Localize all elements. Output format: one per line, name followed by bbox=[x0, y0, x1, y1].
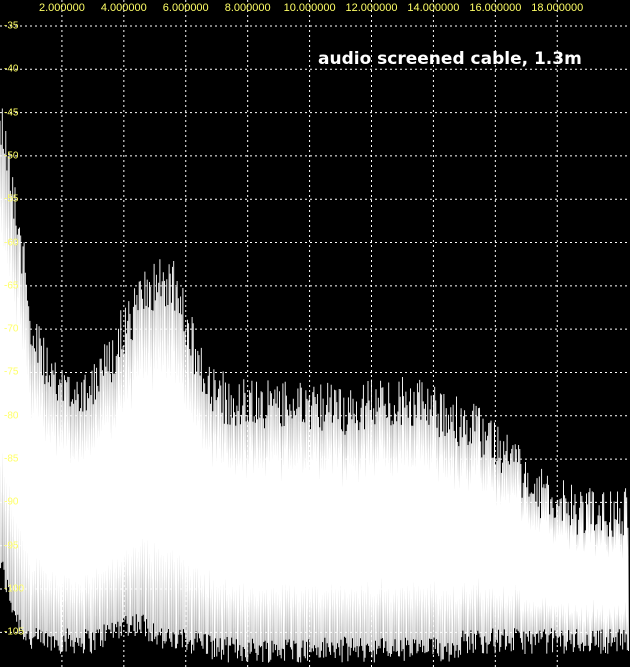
y-tick-label: -45 bbox=[4, 107, 19, 119]
x-tick-label: 14.000000 bbox=[407, 2, 460, 14]
y-tick-label: -105 bbox=[4, 626, 25, 638]
y-tick-label: -55 bbox=[4, 193, 19, 205]
x-tick-label: 12.000000 bbox=[345, 2, 398, 14]
x-tick-label: 6.000000 bbox=[162, 2, 209, 14]
y-tick-label: -80 bbox=[4, 410, 19, 422]
x-tick-label: 10.000000 bbox=[283, 2, 336, 14]
y-tick-label: -65 bbox=[4, 280, 19, 292]
y-tick-label: -95 bbox=[4, 540, 19, 552]
x-tick-label: 8.000000 bbox=[224, 2, 271, 14]
spectrum-chart bbox=[0, 0, 630, 667]
y-tick-label: -90 bbox=[4, 496, 19, 508]
spectrum-series-line bbox=[0, 108, 629, 663]
y-tick-label: -70 bbox=[4, 323, 19, 335]
y-tick-label: -40 bbox=[4, 63, 19, 75]
y-tick-label: -60 bbox=[4, 237, 19, 249]
spectrum-trace bbox=[0, 108, 629, 663]
y-tick-label: -100 bbox=[4, 583, 25, 595]
chart-title: audio screened cable, 1.3m bbox=[318, 49, 582, 69]
y-tick-label: -75 bbox=[4, 366, 19, 378]
x-tick-label: 16.000000 bbox=[469, 2, 522, 14]
y-tick-label: -35 bbox=[4, 20, 19, 32]
x-tick-label: 18.000000 bbox=[531, 2, 584, 14]
y-tick-label: -50 bbox=[4, 150, 19, 162]
y-tick-label: -85 bbox=[4, 453, 19, 465]
x-tick-label: 2.000000 bbox=[38, 2, 85, 14]
x-tick-label: 4.000000 bbox=[100, 2, 147, 14]
